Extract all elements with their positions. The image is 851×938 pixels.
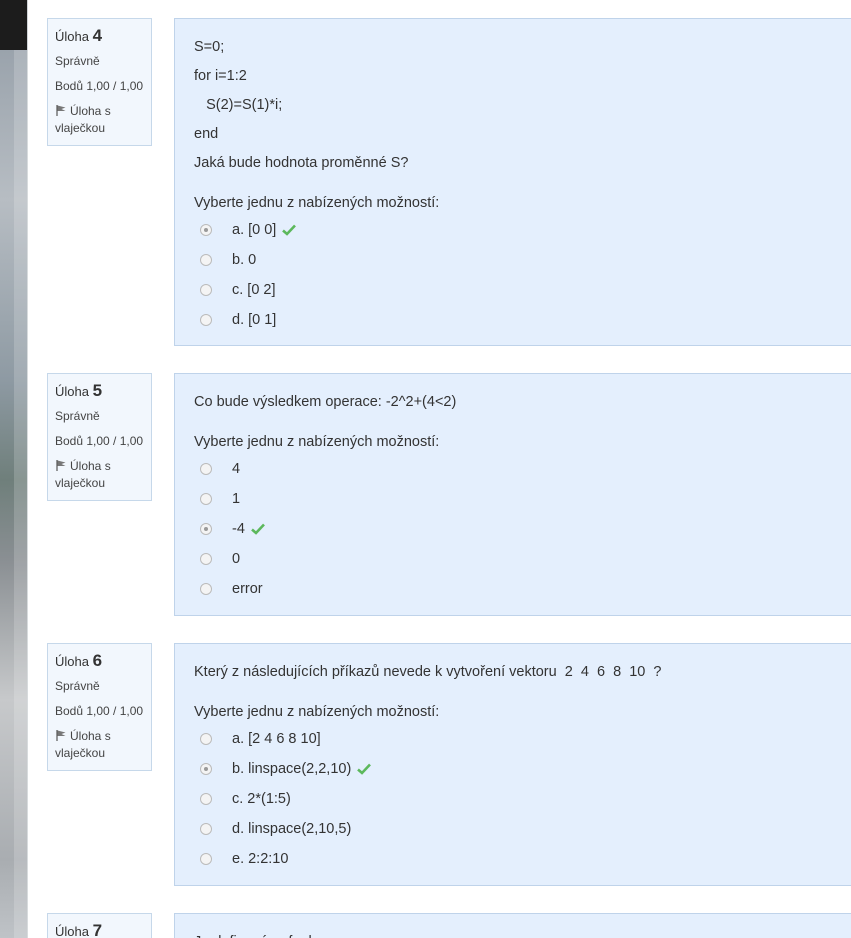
question-status: Správně bbox=[55, 409, 100, 423]
flag-question-toggle[interactable]: Úloha s vlaječkou bbox=[55, 103, 144, 137]
quiz-review-page: Úloha 4 Správně Bodů 1,00 / 1,00 Úloha s… bbox=[28, 0, 851, 938]
flag-icon bbox=[56, 105, 66, 116]
answer-label: a. [0 0] bbox=[232, 222, 277, 238]
answer-option[interactable]: e. 2:2:10 bbox=[194, 844, 832, 874]
radio-button[interactable] bbox=[200, 823, 212, 835]
radio-button[interactable] bbox=[200, 763, 212, 775]
answer-option[interactable]: error bbox=[194, 574, 832, 604]
radio-button[interactable] bbox=[200, 284, 212, 296]
question-text: Je definována funkce bbox=[194, 928, 832, 938]
answer-label: c. 2*(1:5) bbox=[232, 791, 291, 807]
answer-label: c. [0 2] bbox=[232, 282, 276, 298]
question-info: Úloha 5 Správně Bodů 1,00 / 1,00 Úloha s… bbox=[47, 373, 152, 501]
radio-button[interactable] bbox=[200, 463, 212, 475]
question-points: Bodů 1,00 / 1,00 bbox=[55, 704, 144, 718]
question-info: Úloha 6 Správně Bodů 1,00 / 1,00 Úloha s… bbox=[47, 643, 152, 771]
radio-button[interactable] bbox=[200, 314, 212, 326]
radio-button[interactable] bbox=[200, 793, 212, 805]
radio-button[interactable] bbox=[200, 224, 212, 236]
answer-option[interactable]: d. linspace(2,10,5) bbox=[194, 814, 832, 844]
question-text: Co bude výsledkem operace: -2^2+(4<2) bbox=[194, 394, 457, 410]
answer-option[interactable]: b. 0 bbox=[194, 245, 832, 275]
answer-option[interactable]: -4 bbox=[194, 514, 832, 544]
flag-icon bbox=[56, 730, 66, 741]
question-status: Správně bbox=[55, 679, 100, 693]
answer-label: 0 bbox=[232, 551, 241, 567]
answer-option[interactable]: 1 bbox=[194, 484, 832, 514]
radio-button[interactable] bbox=[200, 853, 212, 865]
question-content: Co bude výsledkem operace: -2^2+(4<2) Vy… bbox=[174, 373, 851, 616]
check-icon bbox=[251, 523, 265, 535]
check-icon bbox=[282, 224, 297, 236]
answer-label: error bbox=[232, 581, 263, 597]
question-number: 6 bbox=[92, 651, 103, 670]
radio-button[interactable] bbox=[200, 523, 212, 535]
code-line: for i=1:2 bbox=[194, 68, 247, 84]
code-line: end bbox=[194, 126, 219, 142]
question-status: Správně bbox=[55, 54, 100, 68]
answer-option[interactable]: 0 bbox=[194, 544, 832, 574]
radio-button[interactable] bbox=[200, 553, 212, 565]
flag-question-toggle[interactable]: Úloha s vlaječkou bbox=[55, 458, 144, 492]
answer-label: b. 0 bbox=[232, 252, 257, 268]
question-content: Který z následujících příkazů nevede k v… bbox=[174, 643, 851, 886]
question-number: 5 bbox=[92, 381, 103, 400]
radio-button[interactable] bbox=[200, 733, 212, 745]
background-strip bbox=[0, 0, 28, 938]
answer-label: -4 bbox=[232, 521, 245, 537]
answer-label: d. [0 1] bbox=[232, 312, 277, 328]
radio-button[interactable] bbox=[200, 583, 212, 595]
code-line: S(2)=S(1)*i; bbox=[194, 97, 283, 113]
question-number: 7 bbox=[92, 921, 103, 938]
code-line: S=0; bbox=[194, 39, 225, 55]
question-content: S=0; for i=1:2 S(2)=S(1)*i; end Jaká bud… bbox=[174, 18, 851, 346]
answer-option[interactable]: c. [0 2] bbox=[194, 275, 832, 305]
radio-button[interactable] bbox=[200, 493, 212, 505]
flag-question-toggle[interactable]: Úloha s vlaječkou bbox=[55, 728, 144, 762]
question-label: Úloha bbox=[55, 384, 89, 399]
question-points: Bodů 1,00 / 1,00 bbox=[55, 79, 144, 93]
answer-prompt: Vyberte jednu z nabízených možností: bbox=[194, 195, 440, 211]
answer-prompt: Vyberte jednu z nabízených možností: bbox=[194, 704, 440, 720]
check-icon bbox=[357, 763, 372, 775]
answer-prompt: Vyberte jednu z nabízených možností: bbox=[194, 434, 440, 450]
question-text: Jaká bude hodnota proměnné S? bbox=[194, 155, 409, 171]
answer-label: 1 bbox=[232, 491, 241, 507]
question-label: Úloha bbox=[55, 29, 89, 44]
radio-button[interactable] bbox=[200, 254, 212, 266]
answer-option[interactable]: 4 bbox=[194, 454, 832, 484]
answer-option[interactable]: a. [2 4 6 8 10] bbox=[194, 724, 832, 754]
answer-label: a. [2 4 6 8 10] bbox=[232, 731, 321, 747]
answer-option[interactable]: d. [0 1] bbox=[194, 305, 832, 335]
question-info: Úloha 4 Správně Bodů 1,00 / 1,00 Úloha s… bbox=[47, 18, 152, 146]
question-info: Úloha 7 bbox=[47, 913, 152, 938]
answer-label: e. 2:2:10 bbox=[232, 851, 289, 867]
question-text: Který z následujících příkazů nevede k v… bbox=[194, 664, 662, 680]
answer-option[interactable]: c. 2*(1:5) bbox=[194, 784, 832, 814]
answer-label: b. linspace(2,2,10) bbox=[232, 761, 352, 777]
question-points: Bodů 1,00 / 1,00 bbox=[55, 434, 144, 448]
answer-option[interactable]: b. linspace(2,2,10) bbox=[194, 754, 832, 784]
answer-label: 4 bbox=[232, 461, 241, 477]
question-label: Úloha bbox=[55, 924, 89, 938]
answer-option[interactable]: a. [0 0] bbox=[194, 215, 832, 245]
answer-label: d. linspace(2,10,5) bbox=[232, 821, 352, 837]
question-content: Je definována funkce bbox=[174, 913, 851, 938]
question-label: Úloha bbox=[55, 654, 89, 669]
question-number: 4 bbox=[92, 26, 103, 45]
flag-icon bbox=[56, 460, 66, 471]
